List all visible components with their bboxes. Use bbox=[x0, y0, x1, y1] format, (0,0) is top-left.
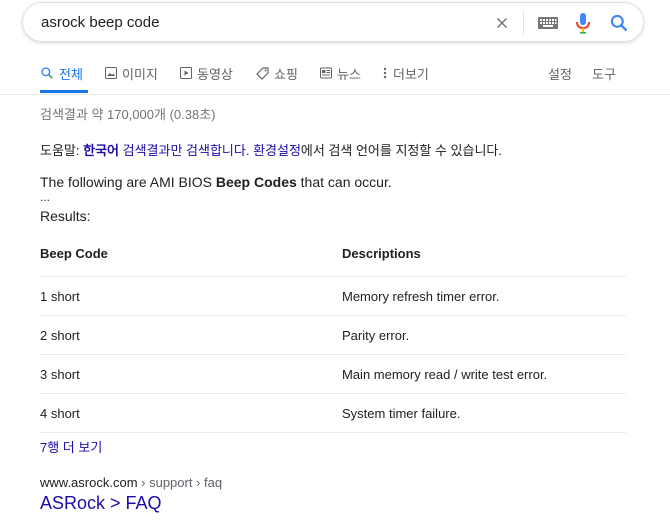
language-note-suffix: 에서 검색 언어를 지정할 수 있습니다. bbox=[300, 143, 502, 158]
snippet-ellipsis: ... bbox=[40, 190, 51, 204]
results-label: Results: bbox=[40, 208, 91, 224]
searchbar-divider bbox=[523, 11, 524, 35]
table-row: 3 short Main memory read / write test er… bbox=[40, 355, 626, 394]
description-cell: Parity error. bbox=[342, 328, 410, 343]
beep-code-table: Beep Code Descriptions 1 short Memory re… bbox=[40, 234, 626, 433]
beep-code-cell: 4 short bbox=[40, 406, 80, 421]
search-icon bbox=[41, 67, 53, 79]
active-tab-indicator bbox=[40, 90, 88, 93]
tab-videos[interactable]: 동영상 bbox=[180, 52, 233, 94]
result-path: › support › faq bbox=[137, 475, 223, 490]
tab-images[interactable]: 이미지 bbox=[105, 52, 158, 94]
tab-label: 뉴스 bbox=[337, 66, 361, 82]
snippet-before: The following are AMI BIOS bbox=[40, 174, 216, 190]
settings-label: 설정 bbox=[548, 66, 572, 82]
table-row: 2 short Parity error. bbox=[40, 316, 626, 355]
preferences-link[interactable]: 환경설정 bbox=[253, 143, 301, 158]
korean-only-link[interactable]: 한국어 bbox=[83, 143, 119, 158]
description-cell: Main memory read / write test error. bbox=[342, 367, 548, 382]
search-bar bbox=[22, 2, 644, 42]
snippet-after: that can occur. bbox=[296, 174, 392, 190]
column-header-descriptions: Descriptions bbox=[342, 246, 421, 261]
description-cell: Memory refresh timer error. bbox=[342, 289, 500, 304]
korean-results-link[interactable]: 검색결과만 검색합니다. bbox=[119, 143, 253, 158]
tab-news[interactable]: 뉴스 bbox=[320, 52, 361, 94]
more-rows-link[interactable]: 7행 더 보기 bbox=[40, 437, 102, 456]
result-url[interactable]: www.asrock.com › support › faq bbox=[40, 475, 222, 490]
result-stats: 검색결과 약 170,000개 (0.38초) bbox=[40, 107, 216, 122]
tab-label: 더보기 bbox=[393, 66, 429, 82]
tab-label: 전체 bbox=[59, 66, 83, 82]
search-input[interactable] bbox=[41, 14, 471, 31]
keyboard-icon[interactable] bbox=[537, 15, 559, 31]
news-icon bbox=[320, 67, 332, 79]
tab-more[interactable]: 더보기 bbox=[382, 52, 429, 94]
table-row: 4 short System timer failure. bbox=[40, 394, 626, 433]
search-icon[interactable] bbox=[609, 13, 629, 33]
beep-code-cell: 2 short bbox=[40, 328, 80, 343]
settings-link[interactable]: 설정 bbox=[548, 52, 572, 94]
close-icon[interactable] bbox=[493, 14, 511, 32]
snippet-text: The following are AMI BIOS Beep Codes th… bbox=[40, 172, 392, 192]
tab-label: 이미지 bbox=[122, 66, 158, 82]
tools-link[interactable]: 도구 bbox=[592, 52, 616, 94]
language-note: 도움말: 한국어 검색결과만 검색합니다. 환경설정에서 검색 언어를 지정할 … bbox=[40, 140, 502, 159]
search-tabs: 전체 이미지 동영상 쇼핑 뉴스 더보기 설정 도구 bbox=[0, 52, 670, 95]
tab-shopping[interactable]: 쇼핑 bbox=[256, 52, 298, 94]
tab-label: 동영상 bbox=[197, 66, 233, 82]
more-vert-icon bbox=[383, 67, 387, 79]
table-row: 1 short Memory refresh timer error. bbox=[40, 277, 626, 316]
language-note-prefix: 도움말: bbox=[40, 143, 84, 158]
description-cell: System timer failure. bbox=[342, 406, 461, 421]
tab-label: 쇼핑 bbox=[274, 66, 298, 82]
tag-icon bbox=[256, 66, 269, 80]
table-header-row: Beep Code Descriptions bbox=[40, 234, 626, 277]
tools-label: 도구 bbox=[592, 66, 616, 82]
snippet-bold: Beep Codes bbox=[215, 174, 297, 190]
video-icon bbox=[180, 67, 192, 79]
beep-code-cell: 3 short bbox=[40, 367, 80, 382]
beep-code-cell: 1 short bbox=[40, 289, 80, 304]
column-header-beep-code: Beep Code bbox=[40, 246, 108, 261]
tab-all[interactable]: 전체 bbox=[40, 52, 83, 94]
image-icon bbox=[105, 67, 117, 79]
microphone-icon[interactable] bbox=[575, 12, 591, 34]
result-domain: www.asrock.com bbox=[40, 475, 138, 490]
result-title-link[interactable]: ASRock > FAQ bbox=[40, 493, 162, 514]
